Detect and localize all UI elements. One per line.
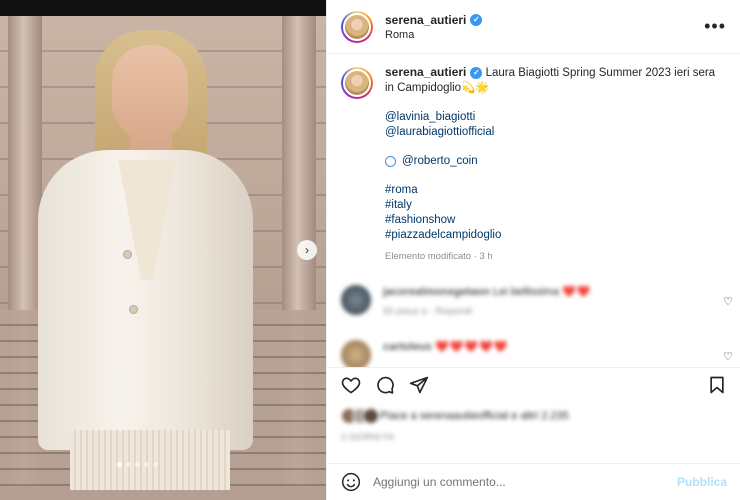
like-avatars <box>341 408 379 424</box>
comment-username[interactable]: cartoleus <box>383 341 432 353</box>
likes-summary[interactable]: Piace a serenaautieofficial e altri 2.23… <box>341 408 569 424</box>
username-text[interactable]: serena_autieri <box>385 65 466 80</box>
avatar-image <box>343 12 371 41</box>
carousel-dot <box>153 462 158 467</box>
heart-icon[interactable]: ♡ <box>723 350 733 363</box>
caption-username[interactable]: serena_autieri ✓ <box>385 65 483 80</box>
comment-emoji: ❤️❤️ <box>562 286 592 298</box>
hashtag-link[interactable]: #fashionshow <box>385 213 725 228</box>
username-text[interactable]: serena_autieri <box>385 13 466 27</box>
comment-username[interactable]: jacorealmonsgetaon <box>383 286 490 298</box>
carousel-dot <box>117 462 122 467</box>
comment-emoji: ❤️❤️❤️❤️❤️ <box>434 341 509 353</box>
post-panel: serena_autieri ✓ Roma ••• serena_autieri… <box>326 0 740 500</box>
avatar <box>363 408 379 424</box>
ring-icon <box>385 156 396 167</box>
comment-input[interactable] <box>373 475 677 489</box>
avatar-image <box>343 69 371 97</box>
avatar[interactable] <box>341 10 373 43</box>
photo-person-skirt <box>70 430 230 490</box>
hashtag-link[interactable]: #roma <box>385 183 725 198</box>
photo-person-face <box>112 45 188 141</box>
mention-link[interactable]: @roberto_coin <box>402 154 478 169</box>
verified-badge-icon: ✓ <box>470 66 483 79</box>
post-header: serena_autieri ✓ Roma ••• <box>327 0 740 54</box>
header-username[interactable]: serena_autieri ✓ <box>385 13 483 27</box>
comment-item: cartoleus ❤️❤️❤️❤️❤️ ♡ <box>327 340 740 367</box>
likes-text[interactable]: Piace a serenaautieofficial e altri 2.23… <box>380 410 569 422</box>
more-options-icon[interactable]: ••• <box>704 16 726 37</box>
comment-avatar[interactable] <box>341 340 371 367</box>
carousel-dot <box>135 462 140 467</box>
post-photo[interactable]: › <box>0 0 326 500</box>
mention-link[interactable]: @lavinia_biagiotti <box>385 110 725 125</box>
comment-item: jacorealmonsgetaon Lei bellissima ❤️❤️ 5… <box>327 285 740 317</box>
next-slide-button[interactable]: › <box>297 240 317 260</box>
photo-jacket-button <box>123 250 132 259</box>
carousel-dot <box>144 462 149 467</box>
verified-badge-icon: ✓ <box>470 13 483 26</box>
comment-avatar[interactable] <box>341 285 371 315</box>
carousel-dot <box>126 462 131 467</box>
hashtag-link[interactable]: #italy <box>385 198 725 213</box>
comment-meta: 55 piace a · Rispondi <box>383 306 473 317</box>
bookmark-icon[interactable] <box>707 375 727 395</box>
caption-meta: Elemento modificato · 3 h <box>385 251 493 262</box>
action-bar <box>327 367 740 401</box>
heart-icon[interactable]: ♡ <box>723 295 733 308</box>
location-link[interactable]: Roma <box>385 29 482 41</box>
carousel-dots <box>117 462 158 467</box>
post-caption: serena_autieri ✓ Laura Biagiotti Spring … <box>327 55 740 264</box>
mention-link[interactable]: @laurabiagiottiofficial <box>385 125 725 140</box>
comment-text: Lei bellissima <box>493 286 560 298</box>
avatar[interactable] <box>341 67 373 99</box>
hashtag-link[interactable]: #piazzadelcampidoglio <box>385 228 725 243</box>
post-date: 2 GIORNI FA <box>341 432 395 442</box>
add-comment-bar: Pubblica <box>327 463 740 500</box>
photo-top-border <box>0 0 326 16</box>
photo-jacket-button <box>129 305 138 314</box>
publish-button[interactable]: Pubblica <box>677 475 727 489</box>
emoji-icon[interactable] <box>341 472 361 492</box>
share-send-icon[interactable] <box>409 375 429 395</box>
comments-section[interactable]: serena_autieri ✓ Laura Biagiotti Spring … <box>327 55 740 367</box>
comment-bubble-icon[interactable] <box>375 375 395 395</box>
like-heart-icon[interactable] <box>341 375 361 395</box>
chevron-right-icon: › <box>305 243 309 257</box>
